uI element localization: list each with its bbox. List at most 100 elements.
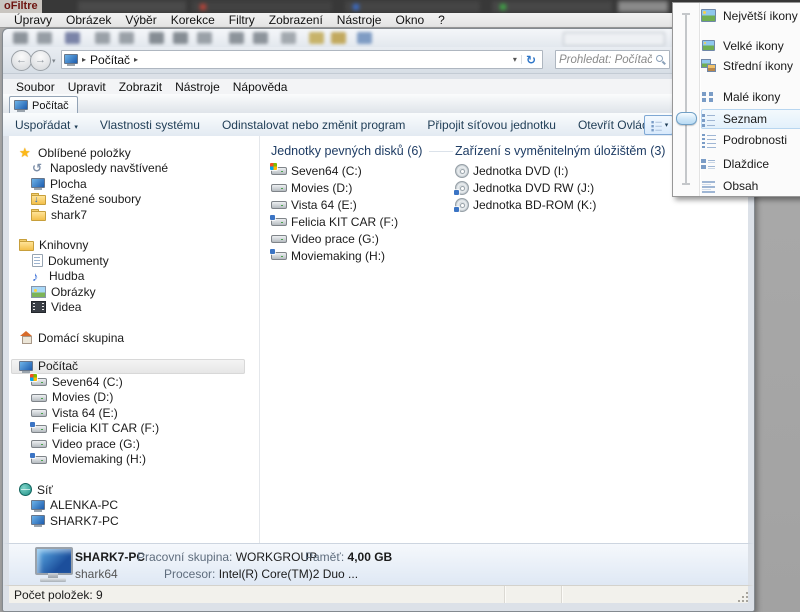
navigation-pane: Oblíbené položky Naposledy navštívené Pl… [11, 145, 257, 529]
search-box[interactable] [555, 50, 670, 69]
search-icon [655, 54, 667, 66]
tab-pocitac[interactable]: Počítač [9, 96, 78, 114]
menu-zobrazit[interactable]: Zobrazit [119, 80, 162, 94]
sidebar-item-downloads[interactable]: ↓ Stažené soubory [11, 192, 257, 208]
menu-napoveda[interactable]: Nápověda [233, 80, 288, 94]
computer-icon [64, 53, 78, 66]
blurred-toolbar-icon [173, 32, 188, 44]
resize-grip[interactable] [738, 592, 749, 603]
blurred-toolbar-icon [253, 32, 268, 44]
search-input[interactable] [556, 53, 655, 66]
custom-drive-icon [30, 421, 47, 434]
sidebar-item-homegroup[interactable]: Domácí skupina [11, 330, 257, 346]
back-button[interactable]: ← [11, 50, 32, 71]
sidebar-item-pictures[interactable]: Obrázky [11, 284, 257, 300]
menu-item-small-icons[interactable]: Malé ikony [701, 87, 800, 107]
breadcrumb-arrow-icon[interactable]: ▸ [82, 55, 86, 64]
forward-button[interactable]: → [30, 50, 51, 71]
menu-help[interactable]: ? [438, 13, 445, 27]
blurred-taskbar-item[interactable] [78, 1, 186, 12]
sidebar-item-drive-h[interactable]: Moviemaking (H:) [11, 452, 257, 468]
drive-item-k[interactable]: Jednotka BD-ROM (K:) [454, 196, 747, 213]
menu-nastroje[interactable]: Nástroje [337, 13, 382, 27]
menu-item-large-icons[interactable]: Velké ikony [701, 36, 800, 56]
menu-item-medium-icons[interactable]: Střední ikony [701, 56, 800, 76]
menu-item-extra-large-icons[interactable]: Největší ikony [701, 6, 800, 26]
menu-vyber[interactable]: Výběr [125, 13, 156, 27]
address-bar: ← → ▾ ▸ Počítač ▸ ▾ ↻ [3, 47, 754, 74]
menu-zobrazeni[interactable]: Zobrazení [269, 13, 323, 27]
menu-nastroje-ex[interactable]: Nástroje [175, 80, 220, 94]
views-button[interactable]: ▾ [644, 115, 673, 135]
sidebar-item-recent[interactable]: Naposledy navštívené [11, 161, 257, 177]
views-icon [650, 119, 663, 130]
sidebar-item-videos[interactable]: Videa [11, 300, 257, 316]
menu-item-content[interactable]: Obsah [701, 176, 800, 196]
sidebar-item-desktop[interactable]: Plocha [11, 176, 257, 192]
menu-upravy[interactable]: Úpravy [14, 13, 52, 27]
refresh-icon[interactable]: ↻ [522, 53, 540, 67]
sidebar-item-network[interactable]: Síť [11, 482, 257, 498]
sidebar-item-shark7-pc[interactable]: SHARK7-PC [11, 513, 257, 529]
large-icons-icon [701, 39, 717, 53]
statusbar-divider [504, 586, 505, 603]
hard-drive-icon [271, 182, 287, 193]
sidebar-item-alenka-pc[interactable]: ALENKA-PC [11, 498, 257, 514]
drive-item-c[interactable]: Seven64 (C:) [270, 162, 453, 179]
blurred-taskbar-item[interactable] [345, 1, 480, 12]
sidebar-item-favorites[interactable]: Oblíbené položky [11, 145, 257, 161]
red-app-icon [200, 4, 206, 10]
sidebar-item-shark7[interactable]: shark7 [11, 207, 257, 223]
sidebar-item-drive-f[interactable]: Felicia KIT CAR (F:) [11, 421, 257, 437]
breadcrumb-box[interactable]: ▸ Počítač ▸ ▾ ↻ [61, 50, 543, 69]
menu-upravit[interactable]: Upravit [68, 80, 106, 94]
sidebar-item-music[interactable]: Hudba [11, 269, 257, 285]
views-slider-handle[interactable] [676, 112, 697, 125]
sidebar-item-libraries[interactable]: Knihovny [11, 238, 257, 254]
menu-soubor[interactable]: Soubor [16, 80, 55, 94]
menu-filtry[interactable]: Filtry [229, 13, 255, 27]
organize-label: Uspořádat [15, 117, 71, 132]
blurred-taskbar-item[interactable] [492, 1, 612, 12]
blurred-taskbar-item[interactable] [618, 1, 668, 12]
map-network-drive-button[interactable]: Připojit síťovou jednotku [427, 118, 556, 132]
downloads-icon: ↓ [31, 193, 46, 206]
system-properties-button[interactable]: Vlastnosti systému [100, 118, 200, 132]
blurred-toolbar-field [563, 32, 665, 46]
computer-icon-large [31, 547, 77, 583]
drive-item-h[interactable]: Moviemaking (H:) [270, 247, 453, 264]
sidebar-item-drive-e[interactable]: Vista 64 (E:) [11, 405, 257, 421]
sidebar-item-drive-d[interactable]: Movies (D:) [11, 390, 257, 406]
menu-item-tiles[interactable]: Dlaždice [701, 154, 800, 174]
menu-korekce[interactable]: Korekce [171, 13, 215, 27]
drive-item-e[interactable]: Vista 64 (E:) [271, 196, 453, 213]
uninstall-program-button[interactable]: Odinstalovat nebo změnit program [222, 118, 405, 132]
group-hard-drives: Jednotky pevných disků (6) Seven64 (C:) … [270, 143, 453, 264]
group-header[interactable]: Jednotky pevných disků (6) [271, 143, 453, 159]
address-dropdown-icon[interactable]: ▾ [509, 55, 522, 64]
organize-button[interactable]: Uspořádat ▾ [15, 118, 78, 132]
menu-okno[interactable]: Okno [395, 13, 424, 27]
menu-item-list[interactable]: Seznam [701, 109, 800, 129]
system-drive-icon [270, 163, 287, 176]
sidebar-item-computer[interactable]: Počítač [11, 358, 245, 374]
custom-drive-icon [30, 452, 47, 465]
blurred-taskbar-item[interactable] [192, 1, 332, 12]
breadcrumb-computer[interactable]: Počítač [90, 53, 130, 67]
drive-item-f[interactable]: Felicia KIT CAR (F:) [270, 213, 453, 230]
item-count: Počet položek: 9 [14, 587, 103, 602]
drive-item-g[interactable]: Video prace (G:) [271, 230, 453, 247]
menu-item-details[interactable]: Podrobnosti [701, 130, 800, 150]
extra-large-icons-icon [701, 9, 717, 23]
history-dropdown-icon[interactable]: ▾ [52, 57, 56, 65]
breadcrumb-arrow-icon[interactable]: ▸ [134, 55, 138, 64]
sidebar-item-drive-c[interactable]: Seven64 (C:) [11, 374, 257, 390]
sidebar-item-drive-g[interactable]: Video prace (G:) [11, 436, 257, 452]
forward-icon: → [35, 54, 46, 66]
menu-obrazek[interactable]: Obrázek [66, 13, 111, 27]
blurred-toolbar-icon [37, 32, 52, 44]
chevron-down-icon: ▾ [664, 122, 669, 129]
sidebar-item-documents[interactable]: Dokumenty [11, 253, 257, 269]
views-slider-track[interactable] [682, 13, 690, 185]
drive-item-d[interactable]: Movies (D:) [271, 179, 453, 196]
